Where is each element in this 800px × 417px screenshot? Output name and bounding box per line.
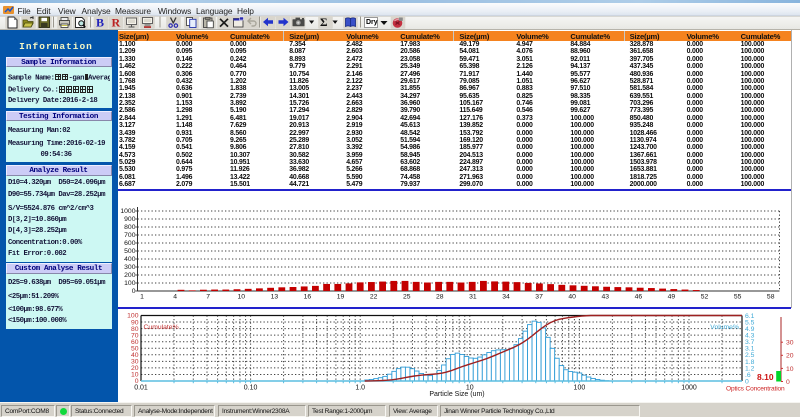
svg-text:0: 0 (132, 288, 136, 295)
svg-text:16: 16 (304, 294, 312, 301)
svg-text:100: 100 (127, 313, 139, 320)
svg-text:2.5: 2.5 (745, 352, 755, 359)
svg-text:0.01: 0.01 (134, 385, 148, 392)
svg-text:28: 28 (436, 294, 444, 301)
svg-text:Optics Concentration: Optics Concentration (726, 386, 785, 393)
svg-text:100: 100 (574, 385, 586, 392)
svg-text:50: 50 (131, 345, 139, 352)
svg-text:90: 90 (131, 319, 139, 326)
svg-text:1: 1 (140, 294, 144, 301)
svg-text:31: 31 (469, 294, 477, 301)
svg-text:3.1: 3.1 (745, 346, 755, 353)
svg-text:70: 70 (131, 332, 139, 339)
svg-text:13: 13 (271, 294, 279, 301)
svg-text:0.10: 0.10 (244, 385, 258, 392)
svg-text:10: 10 (786, 366, 794, 373)
svg-text:1000: 1000 (681, 385, 697, 392)
svg-text:1.8: 1.8 (745, 359, 755, 366)
svg-text:0: 0 (745, 378, 749, 385)
svg-text:30: 30 (131, 359, 139, 366)
svg-text:40: 40 (131, 352, 139, 359)
svg-text:4.3: 4.3 (745, 333, 755, 340)
svg-text:Volume%: Volume% (710, 324, 739, 331)
svg-text:10: 10 (131, 372, 139, 379)
svg-text:40: 40 (568, 294, 576, 301)
svg-text:52: 52 (701, 294, 709, 301)
svg-text:1000: 1000 (120, 208, 135, 215)
svg-text:8.10: 8.10 (757, 372, 774, 382)
svg-text:Particle Size (um): Particle Size (um) (429, 391, 484, 398)
svg-text:22: 22 (370, 294, 378, 301)
svg-text:58: 58 (767, 294, 775, 301)
svg-text:34: 34 (502, 294, 510, 301)
svg-text:10: 10 (237, 294, 245, 301)
svg-text:19: 19 (337, 294, 345, 301)
svg-text:5.5: 5.5 (745, 319, 755, 326)
svg-text:25: 25 (403, 294, 411, 301)
svg-text:800: 800 (124, 224, 136, 231)
svg-text:60: 60 (131, 339, 139, 346)
svg-text:20: 20 (786, 353, 794, 360)
svg-text:Cumulate%: Cumulate% (144, 324, 179, 331)
svg-text:43: 43 (601, 294, 609, 301)
svg-text:80: 80 (131, 326, 139, 333)
svg-text:300: 300 (124, 264, 136, 271)
svg-text:30: 30 (786, 340, 794, 347)
svg-text:3.7: 3.7 (745, 339, 755, 346)
svg-text:49: 49 (668, 294, 676, 301)
svg-text:400: 400 (124, 256, 136, 263)
svg-text:7: 7 (206, 294, 210, 301)
svg-text:46: 46 (635, 294, 643, 301)
svg-text:600: 600 (124, 240, 136, 247)
svg-text:500: 500 (124, 248, 136, 255)
svg-text:1.0: 1.0 (355, 385, 365, 392)
svg-text:700: 700 (124, 232, 136, 239)
svg-text:37: 37 (535, 294, 543, 301)
svg-text:6.1: 6.1 (745, 313, 755, 320)
svg-text:4: 4 (173, 294, 177, 301)
svg-text:55: 55 (734, 294, 742, 301)
svg-text:1.2: 1.2 (745, 365, 755, 372)
svg-text:100: 100 (124, 280, 136, 287)
svg-text:0: 0 (786, 379, 790, 386)
svg-text:4.9: 4.9 (745, 326, 755, 333)
svg-text:20: 20 (131, 365, 139, 372)
svg-text:900: 900 (124, 216, 136, 223)
svg-text:200: 200 (124, 272, 136, 279)
